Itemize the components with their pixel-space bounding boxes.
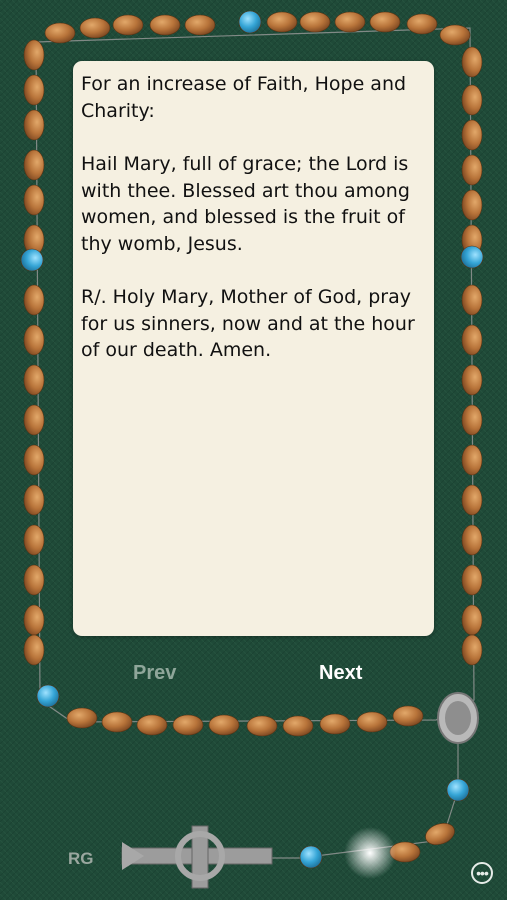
more-icon[interactable]: ••• <box>471 862 493 884</box>
wood-bead <box>23 149 45 181</box>
wood-bead <box>356 711 388 733</box>
next-button[interactable]: Next <box>319 662 362 685</box>
prayer-response: R/. Holy Mary, Mother of God, pray for u… <box>81 286 415 361</box>
prayer-verse: Hail Mary, full of grace; the Lord is wi… <box>81 153 410 255</box>
wood-bead <box>208 714 240 736</box>
wood-bead <box>149 14 181 36</box>
blue-bead <box>36 684 60 708</box>
wood-bead <box>461 46 483 78</box>
rg-label: RG <box>68 849 94 868</box>
wood-bead <box>184 14 216 36</box>
wood-bead <box>23 444 45 476</box>
blue-bead <box>460 245 484 269</box>
wood-bead <box>461 324 483 356</box>
wood-bead <box>246 715 278 737</box>
wood-bead <box>79 17 111 39</box>
wood-bead <box>23 524 45 556</box>
wood-bead <box>392 705 424 727</box>
wood-bead <box>461 564 483 596</box>
wood-bead <box>23 74 45 106</box>
wood-bead <box>44 22 76 44</box>
wood-bead <box>369 11 401 33</box>
wood-bead <box>23 184 45 216</box>
wood-bead <box>172 714 204 736</box>
wood-bead <box>23 634 45 666</box>
prayer-intention: For an increase of Faith, Hope and Chari… <box>81 73 407 122</box>
wood-bead <box>461 404 483 436</box>
wood-bead <box>461 484 483 516</box>
wood-bead <box>319 713 351 735</box>
wood-bead <box>23 109 45 141</box>
wood-bead <box>23 484 45 516</box>
wood-bead <box>406 13 438 35</box>
wood-bead <box>461 524 483 556</box>
prayer-card: For an increase of Faith, Hope and Chari… <box>73 61 434 636</box>
sparkle-icon <box>344 827 396 879</box>
wood-bead <box>23 564 45 596</box>
wood-bead <box>461 444 483 476</box>
wood-bead <box>66 707 98 729</box>
wood-bead <box>101 711 133 733</box>
wood-bead <box>112 14 144 36</box>
blue-bead <box>20 248 44 272</box>
wood-bead <box>299 11 331 33</box>
wood-bead <box>23 364 45 396</box>
blue-bead <box>446 778 470 802</box>
wood-bead <box>461 364 483 396</box>
medal-icon <box>437 692 479 744</box>
wood-bead <box>266 11 298 33</box>
wood-bead <box>23 39 45 71</box>
wood-bead <box>461 119 483 151</box>
wood-bead <box>136 714 168 736</box>
wood-bead <box>461 284 483 316</box>
wood-bead <box>461 604 483 636</box>
wood-bead <box>23 404 45 436</box>
wood-bead <box>461 189 483 221</box>
wood-bead <box>334 11 366 33</box>
wood-bead <box>282 715 314 737</box>
wood-bead <box>23 604 45 636</box>
wood-bead <box>23 284 45 316</box>
wood-bead <box>461 84 483 116</box>
wood-bead <box>439 24 471 46</box>
prev-button[interactable]: Prev <box>133 662 176 685</box>
blue-bead <box>238 10 262 34</box>
blue-bead <box>299 845 323 869</box>
wood-bead <box>461 154 483 186</box>
wood-bead <box>23 324 45 356</box>
wood-bead <box>461 634 483 666</box>
